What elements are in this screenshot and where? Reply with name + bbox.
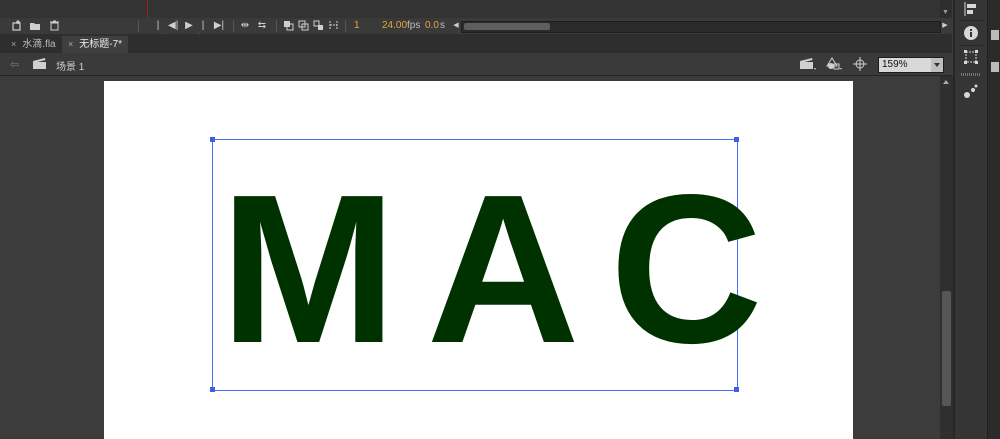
scrollbar-thumb[interactable] — [942, 291, 951, 406]
selection-handle-top-right[interactable] — [734, 137, 739, 142]
onion-skin-icon[interactable] — [282, 20, 294, 32]
timeline-vertical-scrollbar[interactable]: ▼ — [940, 0, 952, 18]
clapboard-icon — [33, 58, 46, 69]
modify-markers-icon[interactable] — [327, 20, 339, 32]
current-frame-readout[interactable]: 1 — [354, 20, 360, 32]
edit-bar: ⇦ 场景 1 159% — [0, 53, 952, 76]
collapsed-panel-tab[interactable] — [991, 30, 999, 40]
fps-readout[interactable]: 24.00 — [382, 20, 407, 32]
transform-panel-icon[interactable] — [963, 49, 979, 68]
zoom-select[interactable]: 159% — [878, 57, 944, 73]
stage-vertical-scrollbar[interactable] — [940, 76, 953, 439]
selection-handle-bottom-left[interactable] — [210, 387, 215, 392]
timeline-controls: |◀ ◀| ▶ |▶ ▶| ⇹ ⇆ 1 24.00 fps 0.0 s ◀ ▶ — [0, 18, 952, 43]
panel-dock — [955, 0, 987, 439]
center-frame-icon[interactable]: ⇹ — [239, 20, 251, 32]
playhead[interactable] — [147, 0, 148, 18]
delete-icon[interactable] — [48, 20, 60, 32]
scroll-down-icon[interactable]: ▼ — [942, 9, 949, 16]
time-unit: s — [440, 20, 445, 31]
new-layer-icon[interactable] — [11, 20, 23, 32]
align-panel-icon[interactable] — [964, 2, 978, 19]
step-forward-icon[interactable]: |▶ — [198, 20, 208, 43]
close-icon[interactable]: × — [11, 39, 16, 49]
edit-symbol-icon[interactable] — [826, 57, 844, 74]
last-frame-icon[interactable]: ▶| — [213, 20, 225, 32]
tab-untitled-7[interactable]: × 无标题-7* — [62, 36, 129, 53]
scrollbar-thumb[interactable] — [464, 23, 550, 30]
center-stage-icon[interactable] — [853, 57, 867, 74]
play-icon[interactable]: ▶ — [184, 20, 194, 32]
edit-multiple-icon[interactable] — [312, 20, 324, 32]
step-back-icon[interactable]: ◀| — [168, 20, 178, 32]
collapsed-panel-tab[interactable] — [991, 62, 999, 72]
motion-presets-icon[interactable] — [963, 83, 979, 102]
selection-handle-bottom-right[interactable] — [734, 387, 739, 392]
timeline-horizontal-scrollbar[interactable] — [461, 21, 941, 33]
tab-label: 无标题-7* — [79, 39, 123, 50]
scene-label: 场景 1 — [56, 62, 85, 73]
stage-text-object[interactable]: MAC — [220, 163, 763, 375]
tab-label: 水滴.fla — [22, 39, 56, 50]
timeline-frames-strip[interactable]: ▼ — [0, 0, 952, 19]
zoom-value: 159% — [882, 59, 908, 70]
elapsed-time-readout[interactable]: 0.0 — [425, 20, 439, 32]
back-arrow-icon[interactable]: ⇦ — [10, 58, 19, 71]
close-icon[interactable]: × — [68, 39, 73, 49]
document-tabs: × 水滴.fla × 无标题-7* — [0, 34, 952, 54]
scroll-up-icon[interactable] — [943, 80, 949, 84]
chevron-down-icon[interactable] — [931, 58, 943, 72]
onion-outline-icon[interactable] — [297, 20, 309, 32]
info-panel-icon[interactable] — [963, 25, 979, 44]
loop-icon[interactable]: ⇆ — [256, 20, 268, 32]
selection-handle-top-left[interactable] — [210, 137, 215, 142]
edit-scene-icon[interactable] — [800, 57, 818, 74]
scroll-left-icon[interactable]: ◀ — [452, 20, 460, 32]
collapsed-panel-edge[interactable] — [987, 0, 1000, 439]
new-folder-icon[interactable] — [29, 20, 41, 32]
first-frame-icon[interactable]: |◀ — [153, 20, 163, 43]
dock-grip[interactable] — [961, 73, 981, 76]
scroll-right-icon[interactable]: ▶ — [941, 20, 949, 32]
fps-unit: fps — [407, 20, 421, 31]
tab-droplet-fla[interactable]: × 水滴.fla — [5, 36, 62, 53]
